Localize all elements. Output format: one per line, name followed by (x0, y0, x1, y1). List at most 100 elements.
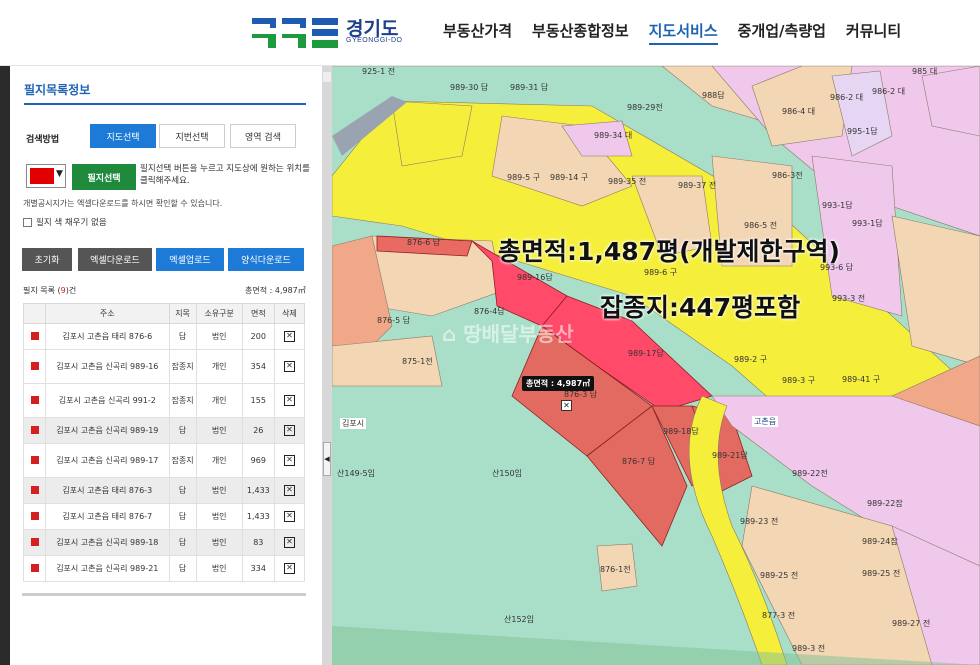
row-delete-cell: ✕ (273, 417, 306, 444)
tab-map-select[interactable]: 지도선택 (90, 124, 156, 148)
excel-upload-button[interactable]: 엑셀업로드 (156, 248, 224, 271)
row-area: 334 (241, 555, 275, 582)
row-jimok: 잡종지 (168, 383, 197, 418)
table-row[interactable]: 김포시 고촌읍 신곡리 989-21 답 법인 334 ✕ (22, 555, 306, 582)
nav-real-estate-info[interactable]: 부동산종합정보 (532, 20, 629, 45)
callout-close-icon[interactable]: ✕ (561, 400, 572, 411)
overlay-jab-area: 잡종지:447평포함 (600, 293, 801, 322)
table-row[interactable]: 김포시 고촌읍 신곡리 989-16 잡종지 개인 354 ✕ (22, 349, 306, 384)
no-fill-checkbox[interactable]: 필지 색 채우기 없음 (23, 216, 107, 228)
parcel-color-swatch (30, 563, 39, 572)
table-row[interactable]: 김포시 고촌읍 신곡리 991-2 잡종지 개인 155 ✕ (22, 383, 306, 418)
parcel-label: 989-18답 (663, 426, 699, 436)
delete-icon[interactable]: ✕ (283, 563, 295, 574)
parcel-label: 876-6 답 (407, 237, 441, 247)
row-owner: 법인 (195, 417, 243, 444)
collapse-arrow-icon[interactable]: ◀ (323, 442, 331, 476)
row-area: 969 (241, 443, 275, 478)
row-address: 김포시 고촌읍 신곡리 991-2 (45, 383, 170, 418)
fill-color-picker[interactable]: ▼ (26, 164, 66, 188)
parcel-label: 산152임 (504, 614, 534, 624)
splitter-top-handle[interactable] (323, 72, 331, 82)
row-area: 1,433 (241, 477, 275, 504)
horizontal-scrollbar[interactable] (22, 593, 306, 596)
parcel-label: 989-16답 (517, 272, 553, 282)
select-guide-text: 필지선택 버튼을 누르고 지도상에 원하는 위치를 클릭해주세요. (140, 164, 310, 186)
parcel-table: 주소 지목 소유구분 면적 삭제 김포시 고촌읍 태리 876-6 답 법인 200 ✕… (22, 303, 306, 582)
title-divider (24, 103, 306, 105)
tab-lot-select[interactable]: 지번선택 (159, 124, 225, 148)
parcel-label: 989-14 구 (550, 173, 588, 182)
row-color-cell (22, 503, 47, 530)
col-owner: 소유구분 (195, 303, 243, 324)
dropdown-arrow-icon: ▼ (56, 169, 63, 179)
panel-splitter[interactable]: ◀ (322, 66, 332, 665)
table-row[interactable]: 김포시 고촌읍 신곡리 989-18 답 법인 83 ✕ (22, 529, 306, 556)
row-area: 1,433 (241, 503, 275, 530)
parcel-label: 989-25 전 (862, 568, 900, 578)
delete-icon[interactable]: ✕ (283, 485, 295, 496)
region-label-gochon: 고촌읍 (752, 416, 779, 427)
map-canvas[interactable]: 925-1 전 989-30 답 989-31 답 988답 985 대 986-4 대 9… (332, 66, 980, 665)
parcel-color-swatch (30, 395, 39, 404)
tab-area-search[interactable]: 영역 검색 (230, 124, 296, 148)
area-callout: 총면적 : 4,987㎡ (522, 376, 595, 391)
checkbox-box[interactable] (23, 217, 32, 227)
parcel-label: 877-3 전 (762, 610, 795, 620)
row-jimok: 잡종지 (168, 443, 197, 478)
parcel-label: 989-2 구 (734, 355, 767, 364)
row-owner: 법인 (195, 477, 243, 504)
overlay-total-area: 총면적:1,487평(개발제한구역) (498, 237, 840, 266)
parcel-label: 989-3 구 (782, 376, 815, 385)
table-row[interactable]: 김포시 고촌읍 신곡리 989-19 답 법인 26 ✕ (22, 417, 306, 444)
nav-map-service[interactable]: 지도서비스 (648, 20, 718, 45)
row-jimok: 답 (168, 555, 197, 582)
table-row[interactable]: 김포시 고촌읍 태리 876-7 답 법인 1,433 ✕ (22, 503, 306, 530)
row-color-cell (22, 323, 47, 350)
row-color-cell (22, 383, 47, 418)
parcel-label: 988답 (702, 90, 725, 100)
excel-download-button[interactable]: 엑셀다운로드 (78, 248, 152, 271)
nav-broker-survey[interactable]: 중개업/측량업 (738, 20, 826, 45)
delete-icon[interactable]: ✕ (283, 455, 295, 466)
row-jimok: 답 (168, 503, 197, 530)
parcel-label: 876-7 답 (622, 456, 656, 466)
delete-icon[interactable]: ✕ (283, 511, 295, 522)
parcel-label: 993-3 전 (832, 293, 865, 303)
parcel-label: 989-24잡 (862, 536, 898, 546)
parcel-label: 925-1 전 (362, 66, 395, 76)
parcel-label: 986-5 전 (744, 220, 777, 230)
parcel-label: 989-22전 (792, 468, 828, 478)
region-label-gimpo: 김포시 (340, 418, 367, 429)
watermark: ⌂ 땅배달부동산 (442, 322, 574, 346)
reset-button[interactable]: 초기화 (22, 248, 72, 271)
price-guide-text: 개별공시지가는 엑셀다운로드를 하시면 확인할 수 있습니다. (23, 199, 223, 208)
parcel-label: 986-2 대 (872, 87, 905, 96)
row-delete-cell: ✕ (273, 443, 306, 478)
panel-title: 필지목록정보 (24, 83, 91, 97)
parcel-color-swatch (30, 331, 39, 340)
delete-icon[interactable]: ✕ (283, 395, 295, 406)
table-row[interactable]: 김포시 고촌읍 신곡리 989-17 잡종지 개인 969 ✕ (22, 443, 306, 478)
parcel-label: 989-6 구 (644, 268, 677, 277)
nav-community[interactable]: 커뮤니티 (846, 20, 901, 45)
gyeonggi-logo-icon[interactable] (250, 14, 430, 50)
parcel-select-button[interactable]: 필지선택 (72, 164, 136, 190)
delete-icon[interactable]: ✕ (283, 361, 295, 372)
parcel-color-swatch (30, 511, 39, 520)
row-color-cell (22, 417, 47, 444)
parcel-color-swatch (30, 537, 39, 546)
delete-icon[interactable]: ✕ (283, 425, 295, 436)
parcel-label: 986-3전 (772, 170, 803, 180)
cadastral-map[interactable]: 925-1 전 989-30 답 989-31 답 988답 985 대 986-4 대 9… (332, 66, 980, 665)
form-download-button[interactable]: 양식다운로드 (228, 248, 304, 271)
table-row[interactable]: 김포시 고촌읍 태리 876-3 답 법인 1,433 ✕ (22, 477, 306, 504)
row-area: 26 (241, 417, 275, 444)
parcel-label: 989-30 답 (450, 82, 489, 92)
nav-real-estate-price[interactable]: 부동산가격 (443, 20, 512, 45)
table-row[interactable]: 김포시 고촌읍 태리 876-6 답 법인 200 ✕ (22, 323, 306, 350)
delete-icon[interactable]: ✕ (283, 331, 295, 342)
total-area: 총면적 : 4,987㎡ (245, 286, 306, 295)
row-color-cell (22, 477, 47, 504)
delete-icon[interactable]: ✕ (283, 537, 295, 548)
